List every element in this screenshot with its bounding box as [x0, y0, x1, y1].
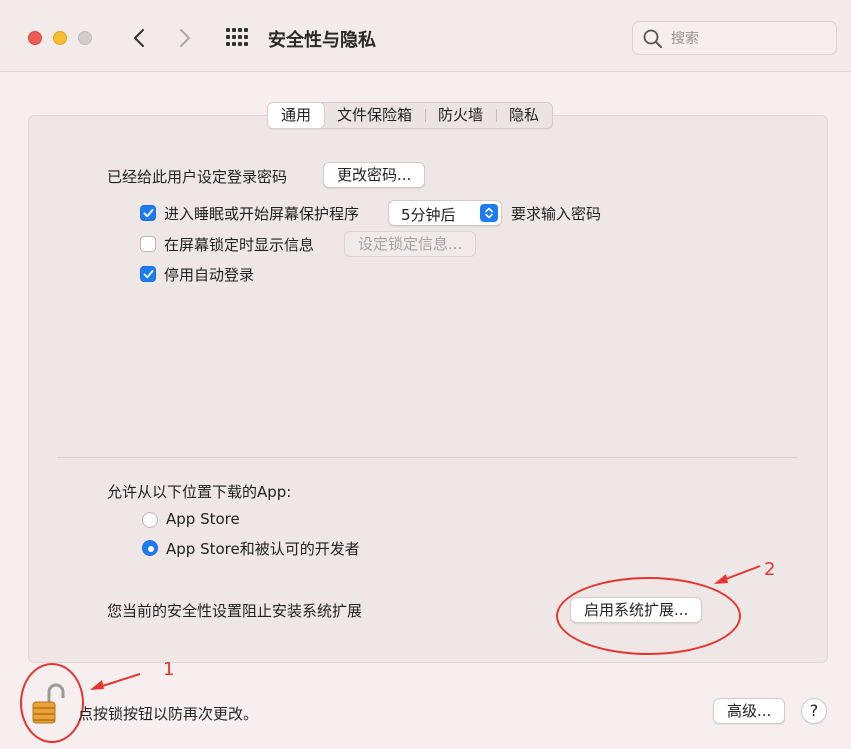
annotation-label-1: 1 [163, 659, 175, 680]
password-delay-value: 5分钟后 [401, 206, 456, 224]
zoom-window-button[interactable] [78, 31, 92, 45]
search-icon [643, 29, 662, 48]
forward-button[interactable] [170, 22, 200, 54]
search-input[interactable] [671, 28, 821, 50]
lock-hint-label: 点按锁按钮以防再次更改。 [78, 705, 259, 723]
disable-autologin-checkbox[interactable] [140, 266, 156, 282]
advanced-button[interactable]: 高级... [713, 698, 786, 724]
annotation-arrow-1-icon [90, 673, 141, 690]
password-set-label: 已经给此用户设定登录密码 [107, 168, 288, 186]
window-title: 安全性与隐私 [268, 30, 376, 51]
tab-firewall[interactable]: 防火墙 [425, 103, 496, 128]
password-delay-select[interactable]: 5分钟后 [388, 200, 502, 226]
radio-app-store-label: App Store [166, 510, 240, 528]
general-panel [28, 115, 828, 663]
require-password-checkbox[interactable] [140, 205, 156, 221]
back-button[interactable] [124, 22, 154, 54]
search-field[interactable] [632, 21, 837, 55]
downloads-heading: 允许从以下位置下载的App: [107, 483, 292, 501]
tab-filevault[interactable]: 文件保险箱 [324, 103, 425, 128]
change-password-button[interactable]: 更改密码... [323, 162, 426, 188]
annotation-label-2: 2 [764, 559, 776, 580]
show-message-label: 在屏幕锁定时显示信息 [164, 236, 315, 254]
show-message-checkbox[interactable] [140, 236, 156, 252]
tab-bar: 通用 文件保险箱 防火墙 隐私 [267, 102, 554, 129]
annotation-arrow-2-icon [714, 565, 761, 584]
tab-privacy[interactable]: 隐私 [496, 103, 552, 128]
require-password-suffix: 要求输入密码 [511, 205, 602, 223]
security-privacy-window: 安全性与隐私 通用 文件保险箱 防火墙 隐私 已经给此用户设定登录密码 更改密码… [0, 0, 851, 749]
radio-app-store-identified-developers[interactable] [142, 540, 158, 556]
title-bar: 安全性与隐私 [0, 0, 851, 72]
set-lock-message-button[interactable]: 设定锁定信息... [344, 231, 477, 257]
annotation-ellipse-2 [556, 577, 741, 655]
chevron-right-icon [180, 29, 190, 47]
checkmark-icon [143, 270, 154, 279]
help-button[interactable]: ? [801, 698, 827, 724]
section-divider [57, 457, 797, 458]
checkmark-icon [143, 209, 154, 218]
chevron-left-icon [134, 29, 144, 47]
show-all-button[interactable] [224, 26, 250, 48]
extensions-blocked-message: 您当前的安全性设置阻止安装系统扩展 [107, 602, 363, 620]
close-window-button[interactable] [28, 31, 42, 45]
grid-icon [226, 28, 248, 46]
tab-general[interactable]: 通用 [268, 103, 325, 128]
lock-button[interactable] [30, 683, 66, 725]
minimize-window-button[interactable] [53, 31, 67, 45]
select-stepper-icon [480, 204, 498, 222]
radio-app-store-identified-label: App Store和被认可的开发者 [166, 540, 360, 558]
unlocked-padlock-icon [32, 683, 65, 724]
radio-app-store[interactable] [142, 512, 158, 528]
require-password-label: 进入睡眠或开始屏幕保护程序 [164, 205, 360, 223]
disable-autologin-label: 停用自动登录 [164, 266, 255, 284]
